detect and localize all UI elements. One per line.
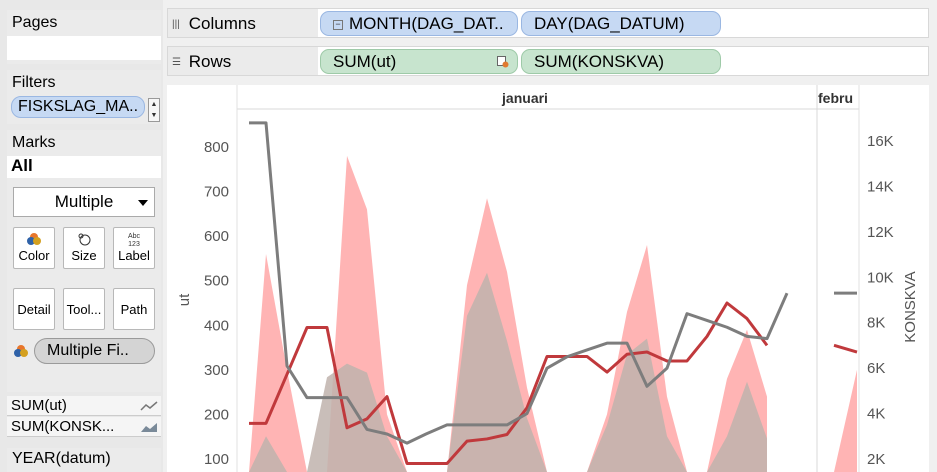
y-right-tick-label: 2K	[867, 451, 885, 468]
y-left-tick-label: 700	[204, 184, 229, 201]
row-pill-sum-ut[interactable]: SUM(ut)	[320, 49, 518, 74]
pane-header-januari: januari	[501, 90, 548, 106]
columns-drop-area[interactable]: − MONTH(DAG_DAT.. DAY(DAG_DATUM)	[318, 9, 928, 37]
filters-title: Filters	[12, 74, 56, 91]
measure-tab-sum-konskva[interactable]: SUM(KONSK...	[7, 417, 161, 437]
label-button[interactable]: Abc 123 Label	[113, 227, 155, 269]
measure-tab-sum-ut[interactable]: SUM(ut)	[7, 396, 161, 416]
y-right-tick-label: 6K	[867, 360, 885, 377]
y-right-tick-label: 14K	[867, 178, 894, 195]
dual-axis-chart: januari febru 800 700 600 500 400 300 200 100 ut 16…	[176, 85, 919, 472]
filter-pill-fiskslag[interactable]: FISKSLAG_MA..	[11, 96, 145, 118]
filters-card: Filters FISKSLAG_MA.. ▲ ▼	[7, 70, 161, 124]
size-button[interactable]: Size	[63, 227, 105, 269]
measure-tab-sum-konskva-label: SUM(KONSK...	[11, 418, 115, 435]
y-right-tick-label: 10K	[867, 269, 894, 286]
path-button-label: Path	[120, 302, 148, 317]
text-label-icon: Abc 123	[114, 232, 154, 248]
area-mark-icon	[141, 423, 157, 432]
y-right-axis-label: KONSKVA	[902, 271, 919, 342]
mark-type-dropdown[interactable]: Multiple	[13, 187, 155, 217]
y-right-tick-label: 16K	[867, 133, 894, 150]
table-calc-icon	[497, 56, 509, 68]
column-pill-month-label: MONTH(DAG_DAT..	[349, 14, 504, 33]
line-ut	[833, 343, 858, 354]
pages-card: Pages	[7, 10, 161, 64]
column-pill-day[interactable]: DAY(DAG_DATUM)	[521, 11, 721, 36]
rows-shelf: ☰ Rows SUM(ut) SUM(KONSKVA)	[167, 46, 929, 76]
multiple-fields-pill[interactable]: Multiple Fi..	[34, 338, 155, 364]
columns-shelf-label: ||| Columns	[172, 14, 320, 34]
chevron-down-icon	[138, 200, 148, 206]
line-mark-icon	[140, 401, 158, 411]
y-left-axis-label: ut	[176, 293, 193, 306]
filters-scroll-arrows[interactable]: ▲ ▼	[148, 98, 160, 122]
y-left-tick-label: 100	[204, 451, 229, 468]
tooltip-button-label: Tool...	[66, 302, 102, 317]
pages-drop-area[interactable]	[7, 36, 161, 60]
collapse-icon[interactable]: −	[333, 20, 343, 30]
color-encoding-icon	[13, 344, 29, 363]
columns-shelf: ||| Columns − MONTH(DAG_DAT.. DAY(DAG_DAT…	[167, 8, 929, 38]
row-pill-sum-ut-label: SUM(ut)	[333, 52, 397, 71]
y-left-tick-label: 300	[204, 362, 229, 379]
marks-all-tab[interactable]: All	[7, 156, 161, 178]
y-left-tick-label: 500	[204, 273, 229, 290]
marks-card: Marks All Multiple Color Size Abc 123 Lab…	[7, 130, 161, 437]
label-button-label: Label	[118, 248, 150, 263]
y-right-tick-label: 12K	[867, 224, 894, 241]
color-button[interactable]: Color	[13, 227, 55, 269]
columns-shelf-title: Columns	[188, 14, 256, 33]
path-button[interactable]: Path	[113, 288, 155, 330]
label-icon-text: Abc	[128, 233, 141, 240]
tooltip-button[interactable]: Tool...	[63, 288, 105, 330]
left-panel: Pages Filters FISKSLAG_MA.. ▲ ▼ Marks All…	[0, 0, 163, 472]
svg-text:123: 123	[128, 241, 140, 248]
y-right-tick-label: 4K	[867, 406, 885, 423]
y-left-tick-label: 800	[204, 139, 229, 156]
column-pill-month[interactable]: − MONTH(DAG_DAT..	[320, 11, 518, 36]
area-ut	[834, 369, 857, 472]
rows-shelf-label: ☰ Rows	[172, 52, 320, 72]
rows-drop-area[interactable]: SUM(ut) SUM(KONSKVA)	[318, 47, 928, 75]
mark-type-value: Multiple	[54, 192, 114, 211]
size-button-label: Size	[71, 248, 97, 263]
row-pill-sum-konskva-label: SUM(KONSKVA)	[534, 52, 665, 71]
y-left-tick-label: 200	[204, 406, 229, 423]
pages-title: Pages	[12, 14, 58, 31]
measure-tab-sum-ut-label: SUM(ut)	[11, 397, 67, 414]
y-right-tick-label: 8K	[867, 315, 885, 332]
y-left-tick-label: 400	[204, 317, 229, 334]
rows-icon: ☰	[172, 57, 181, 68]
y-left-tick-label: 600	[204, 228, 229, 245]
row-pill-sum-konskva[interactable]: SUM(KONSKVA)	[521, 49, 721, 74]
chart-view: januari febru 800 700 600 500 400 300 200 100 ut 16…	[167, 85, 929, 472]
rows-shelf-title: Rows	[188, 52, 232, 71]
color-button-label: Color	[18, 248, 50, 263]
color-icon	[14, 232, 54, 248]
column-pill-day-label: DAY(DAG_DATUM)	[534, 14, 685, 33]
year-datum-field[interactable]: YEAR(datum)	[7, 448, 161, 472]
size-icon	[64, 232, 104, 248]
columns-icon: |||	[172, 19, 180, 30]
detail-button[interactable]: Detail	[13, 288, 55, 330]
pane-header-februari: febru	[818, 90, 853, 106]
detail-button-label: Detail	[17, 302, 51, 317]
marks-title: Marks	[12, 134, 56, 151]
